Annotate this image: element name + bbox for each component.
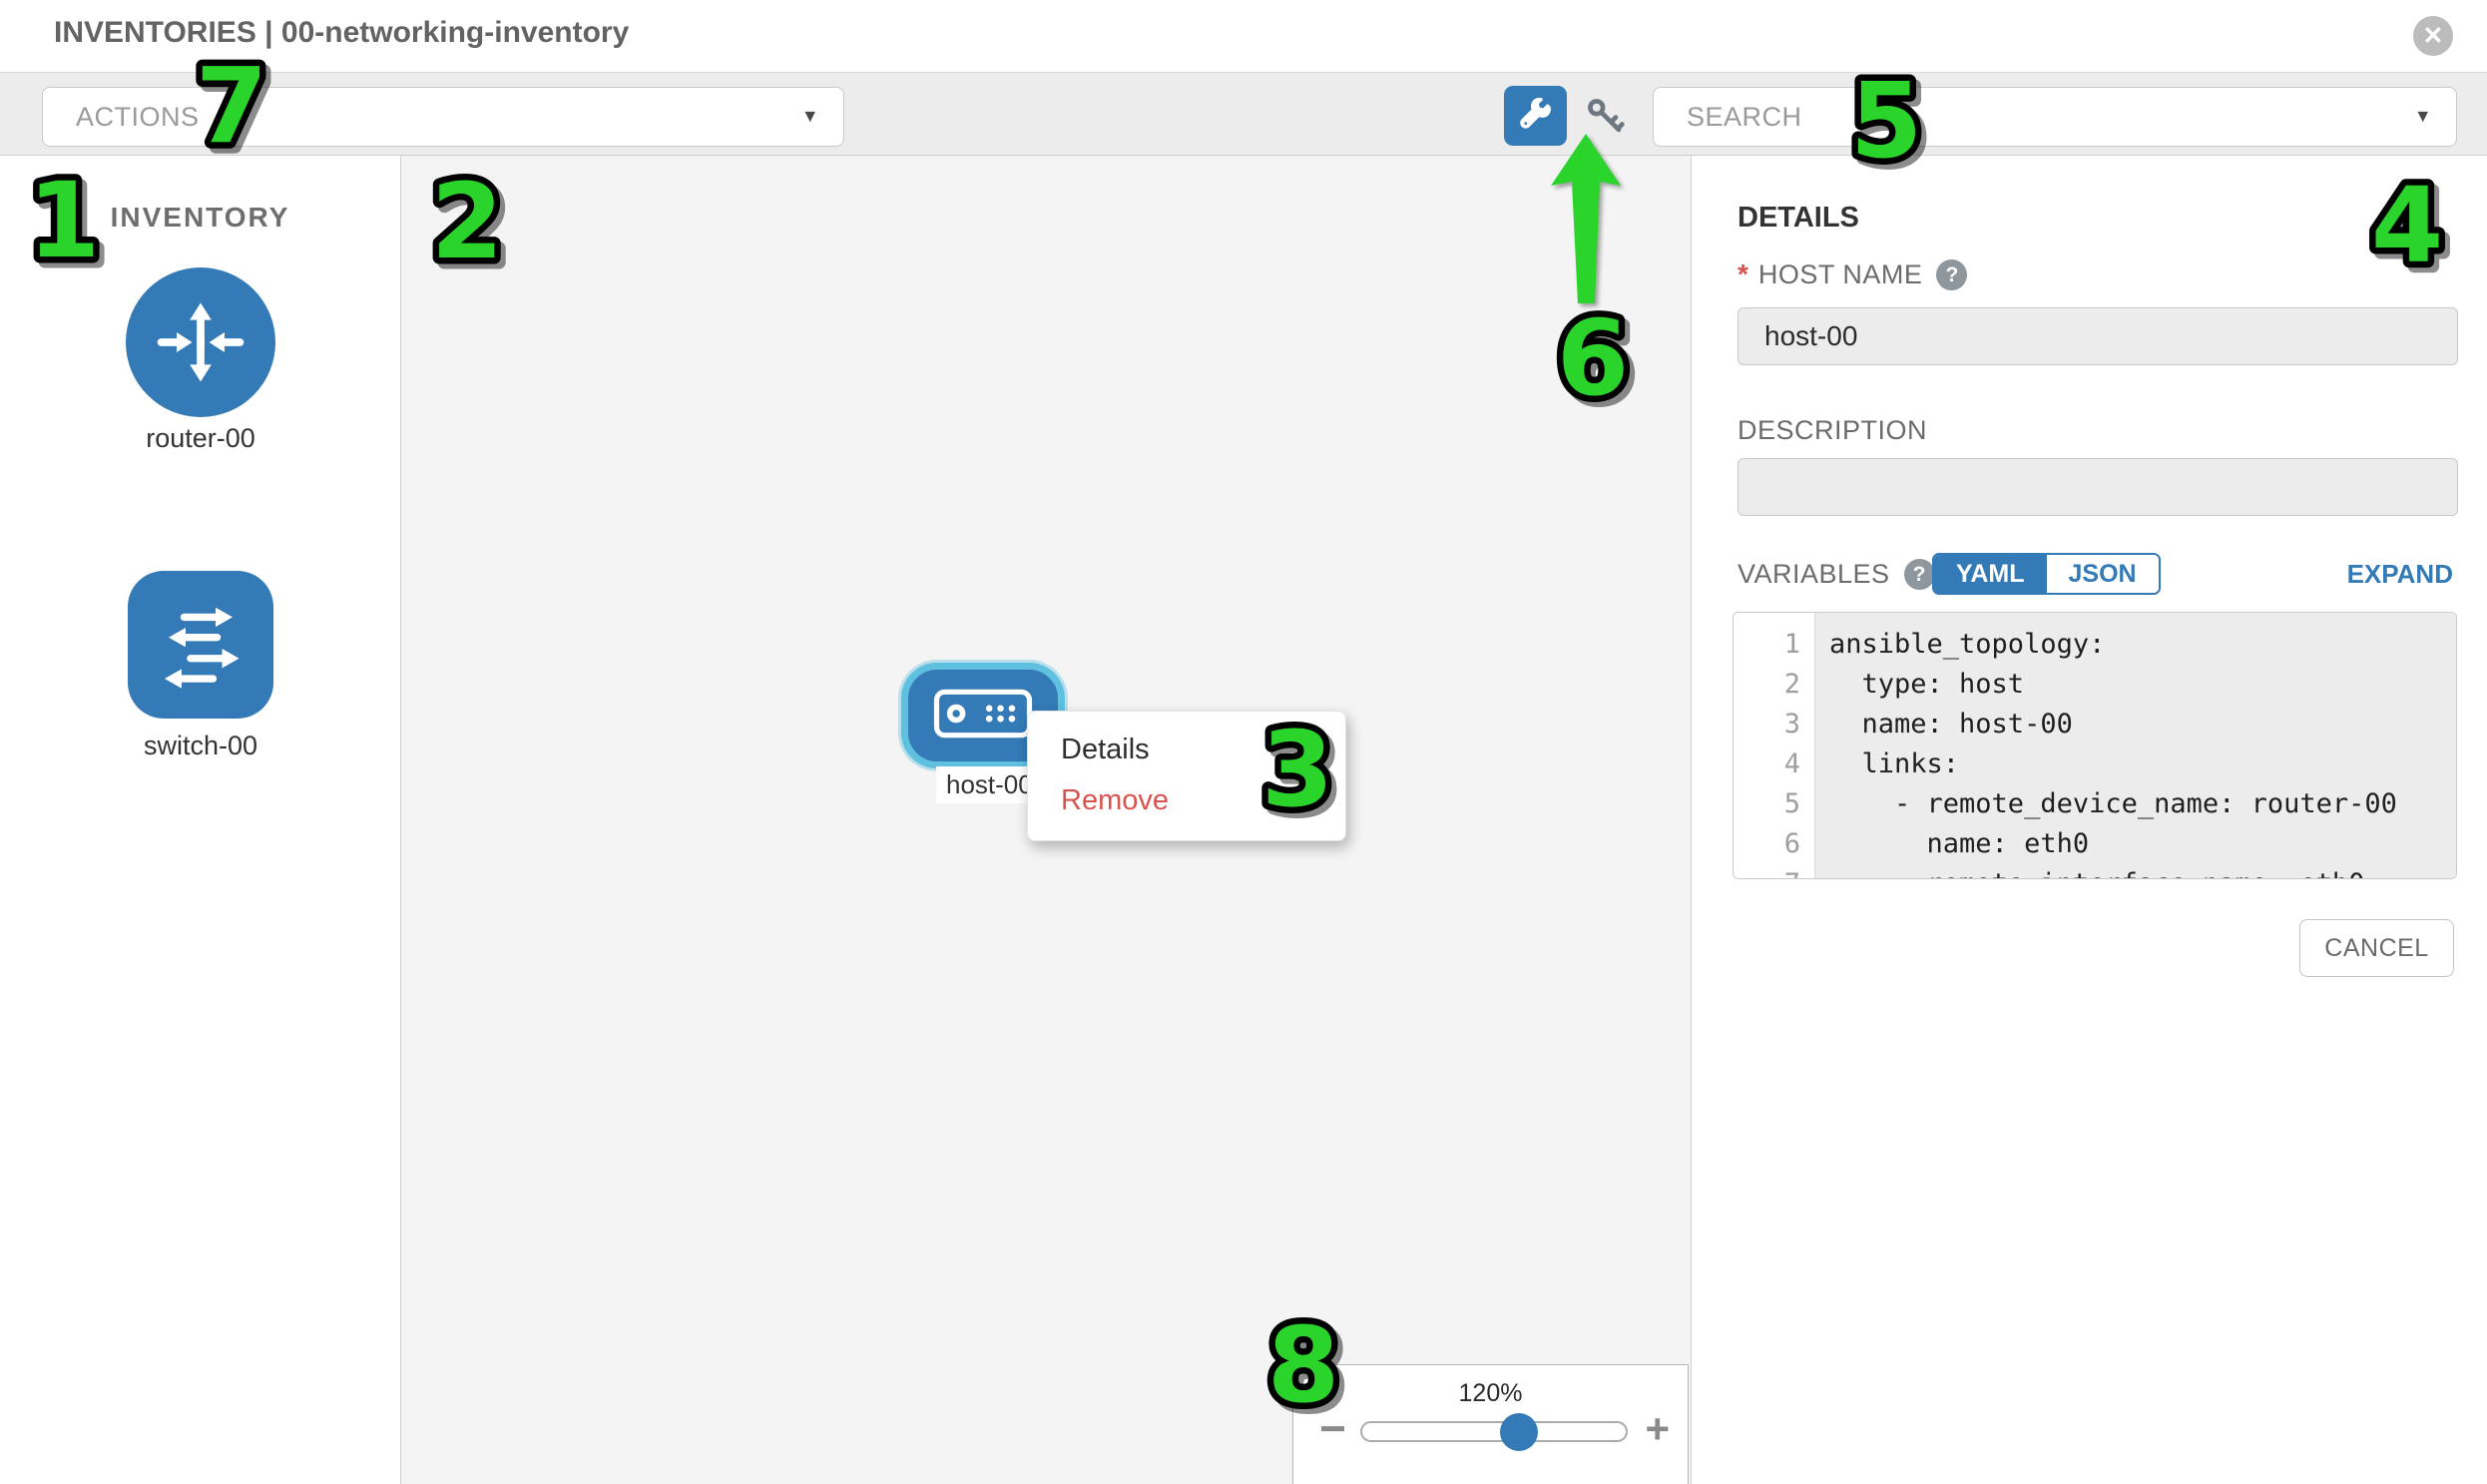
- details-panel: DETAILS * HOST NAME ? DESCRIPTION VARIAB…: [1691, 156, 2487, 1484]
- topology-canvas[interactable]: host-00 Details Remove 120% − +: [401, 156, 1691, 1484]
- sidebar-item-label: router-00: [0, 423, 401, 454]
- editor-line-numbers: 1 2 3 4 5 6 7: [1734, 613, 1815, 878]
- code-line: - remote_device_name: router-00: [1829, 784, 2456, 824]
- page-header: INVENTORIES | 00-networking-inventory ✕: [0, 0, 2487, 72]
- chevron-down-icon: ▾: [2417, 104, 2428, 129]
- zoom-slider[interactable]: [1360, 1421, 1628, 1442]
- inventory-sidebar: INVENTORY router-00: [0, 156, 401, 1484]
- editor-code-area[interactable]: ansible_topology: type: host name: host-…: [1815, 613, 2456, 878]
- router-icon: [126, 267, 275, 417]
- node-context-menu: Details Remove: [1027, 711, 1346, 841]
- question-circle-icon[interactable]: ?: [1936, 259, 1967, 290]
- variables-code-editor: 1 2 3 4 5 6 7 ansible_topology: type: ho…: [1733, 612, 2457, 879]
- code-line: name: host-00: [1829, 705, 2456, 744]
- expand-link[interactable]: EXPAND: [2347, 559, 2453, 590]
- sidebar-item-switch-00[interactable]: [128, 571, 273, 719]
- inventory-topology-app: INVENTORIES | 00-networking-inventory ✕ …: [0, 0, 2487, 1484]
- code-line: name: eth0: [1829, 824, 2456, 864]
- details-title: DETAILS: [1738, 202, 1859, 235]
- sidebar-item-router-00[interactable]: [126, 267, 275, 417]
- context-menu-item-details[interactable]: Details: [1028, 725, 1345, 775]
- description-input[interactable]: [1738, 458, 2458, 516]
- line-number: 5: [1734, 784, 1814, 824]
- cancel-button[interactable]: CANCEL: [2299, 919, 2454, 977]
- toggle-yaml[interactable]: YAML: [1934, 555, 2047, 593]
- host-name-label-row: * HOST NAME ?: [1738, 258, 1967, 290]
- line-number: 6: [1734, 824, 1814, 864]
- line-number: 7: [1734, 864, 1814, 879]
- context-menu-item-remove[interactable]: Remove: [1028, 775, 1345, 826]
- close-icon[interactable]: ✕: [2413, 16, 2453, 56]
- variables-label: VARIABLES: [1738, 559, 1890, 590]
- line-number: 3: [1734, 705, 1814, 744]
- zoom-out-icon[interactable]: −: [1319, 1401, 1346, 1455]
- host-name-label: HOST NAME: [1758, 259, 1923, 290]
- page-title: INVENTORIES | 00-networking-inventory: [54, 16, 629, 50]
- chevron-down-icon: ▾: [804, 104, 815, 129]
- host-icon: [931, 683, 1035, 749]
- code-line: type: host: [1829, 665, 2456, 705]
- required-asterisk: *: [1738, 258, 1748, 290]
- toggle-json[interactable]: JSON: [2047, 555, 2159, 593]
- wrench-icon: [1518, 96, 1554, 137]
- zoom-slider-thumb[interactable]: [1500, 1413, 1538, 1451]
- variables-label-row: VARIABLES ?: [1738, 559, 1935, 590]
- search-placeholder: SEARCH: [1687, 102, 1802, 133]
- description-label: DESCRIPTION: [1738, 415, 1927, 446]
- credentials-key-button[interactable]: [1581, 94, 1629, 142]
- sidebar-title: INVENTORY: [0, 202, 400, 234]
- question-circle-icon[interactable]: ?: [1904, 559, 1935, 590]
- zoom-in-icon[interactable]: +: [1645, 1405, 1670, 1453]
- code-line: ansible_topology:: [1829, 625, 2456, 665]
- toolbar: ACTIONS ▾ SEARCH ▾: [0, 72, 2487, 156]
- variables-format-toggle: YAML JSON: [1932, 553, 2161, 595]
- key-icon: [1583, 94, 1627, 143]
- description-label-row: DESCRIPTION: [1738, 415, 1927, 446]
- switch-icon: [128, 571, 273, 719]
- zoom-level-value: 120%: [1293, 1379, 1688, 1408]
- search-dropdown[interactable]: SEARCH ▾: [1653, 87, 2457, 147]
- code-line: remote_interface_name: eth0: [1829, 864, 2456, 879]
- tools-button[interactable]: [1504, 86, 1567, 146]
- actions-dropdown[interactable]: ACTIONS ▾: [42, 87, 844, 147]
- zoom-control: 120% − +: [1292, 1364, 1689, 1484]
- host-name-input[interactable]: [1738, 307, 2458, 365]
- actions-placeholder: ACTIONS: [76, 102, 200, 133]
- code-line: links:: [1829, 744, 2456, 784]
- line-number: 1: [1734, 625, 1814, 665]
- line-number: 2: [1734, 665, 1814, 705]
- line-number: 4: [1734, 744, 1814, 784]
- sidebar-item-label: switch-00: [0, 731, 401, 761]
